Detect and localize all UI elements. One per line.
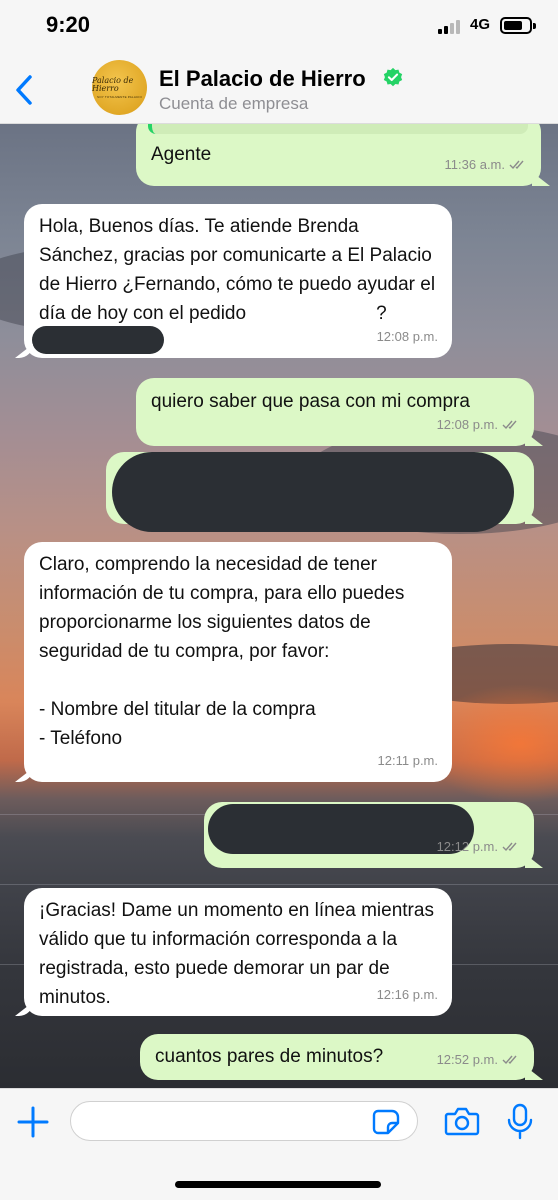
double-check-icon [502, 420, 517, 430]
redacted-message [112, 452, 514, 532]
wallpaper-wave [0, 884, 558, 885]
contact-name[interactable]: El Palacio de Hierro [159, 66, 366, 92]
message-bubble-incoming[interactable]: ¡Gracias! Dame un momento en línea mient… [15, 888, 452, 1016]
message-meta: 12:12 p.m. [437, 832, 520, 861]
contact-subtitle: Cuenta de empresa [159, 94, 309, 113]
message-bubble-incoming[interactable]: Hola, Buenos días. Te atiende Brenda Sán… [15, 204, 452, 358]
avatar[interactable]: Palacio de Hierro SOY TOTALMENTE PALACIO [92, 60, 147, 115]
battery-icon [500, 17, 536, 34]
avatar-tagline: SOY TOTALMENTE PALACIO [97, 94, 142, 99]
message-input[interactable] [70, 1101, 418, 1141]
message-meta: 12:52 p.m. [437, 1045, 520, 1074]
message-bubble-outgoing[interactable]: Agente 11:36 a.m. [136, 124, 550, 186]
signal-icon [438, 20, 464, 34]
message-text: Agente [151, 144, 212, 165]
message-time: 12:08 p.m. [376, 329, 438, 344]
back-chevron-icon[interactable] [10, 72, 40, 108]
message-time: 12:12 p.m. [436, 839, 498, 854]
message-bubble-outgoing[interactable]: 12:12 p.m. [204, 802, 543, 868]
chat-header: Palacio de Hierro SOY TOTALMENTE PALACIO… [0, 54, 558, 124]
message-text: Hola, Buenos días. Te atiende Brenda Sán… [39, 212, 443, 328]
message-meta: 12:08 p.m. [437, 410, 520, 439]
message-text-tail: ? [376, 303, 387, 324]
quoted-message [148, 124, 528, 134]
double-check-icon [502, 1055, 517, 1065]
bubble-tail [525, 854, 543, 868]
redacted-order-number [32, 326, 164, 354]
home-indicator [175, 1181, 381, 1188]
message-meta: 12:16 p.m. [377, 980, 438, 1009]
message-time: 12:16 p.m. [376, 987, 438, 1002]
redacted-message [208, 804, 474, 854]
message-bubble-outgoing[interactable] [106, 452, 543, 532]
sticker-icon[interactable] [372, 1109, 400, 1135]
bubble-tail [15, 768, 33, 782]
message-meta: 12:08 p.m. [377, 322, 438, 351]
message-bubble-outgoing[interactable]: cuantos pares de minutos? 12:52 p.m. [140, 1034, 543, 1080]
message-text: cuantos pares de minutos? [155, 1046, 384, 1067]
message-bubble-incoming[interactable]: Claro, comprendo la necesidad de tener i… [15, 542, 452, 782]
bubble-tail [532, 172, 550, 186]
bubble-tail [15, 1002, 33, 1016]
message-bubble-outgoing[interactable]: quiero saber que pasa con mi compra 12:0… [136, 378, 543, 446]
bubble-tail [525, 1066, 543, 1080]
double-check-icon [509, 160, 524, 170]
message-text: quiero saber que pasa con mi compra [151, 391, 470, 412]
network-label: 4G [470, 16, 491, 33]
avatar-logo: Palacio de Hierro [92, 75, 134, 93]
status-time: 9:20 [46, 12, 91, 37]
message-time: 11:36 a.m. [444, 157, 505, 172]
message-meta: 11:36 a.m. [445, 150, 527, 179]
double-check-icon [502, 842, 517, 852]
message-time: 12:52 p.m. [436, 1052, 498, 1067]
message-meta: 12:11 p.m. [378, 746, 438, 775]
verified-badge-icon [383, 67, 403, 87]
status-bar: 9:20 4G [0, 0, 558, 54]
message-time: 12:08 p.m. [436, 417, 498, 432]
composer-bar [0, 1088, 558, 1200]
message-text: Claro, comprendo la necesidad de tener i… [39, 554, 405, 749]
message-time: 12:11 p.m. [377, 753, 438, 768]
camera-icon[interactable] [444, 1106, 480, 1136]
microphone-icon[interactable] [506, 1103, 534, 1141]
plus-icon[interactable] [16, 1105, 50, 1139]
chat-area[interactable]: Agente 11:36 a.m. Hola, Buenos días. Te … [0, 124, 558, 1088]
bubble-tail [15, 344, 33, 358]
